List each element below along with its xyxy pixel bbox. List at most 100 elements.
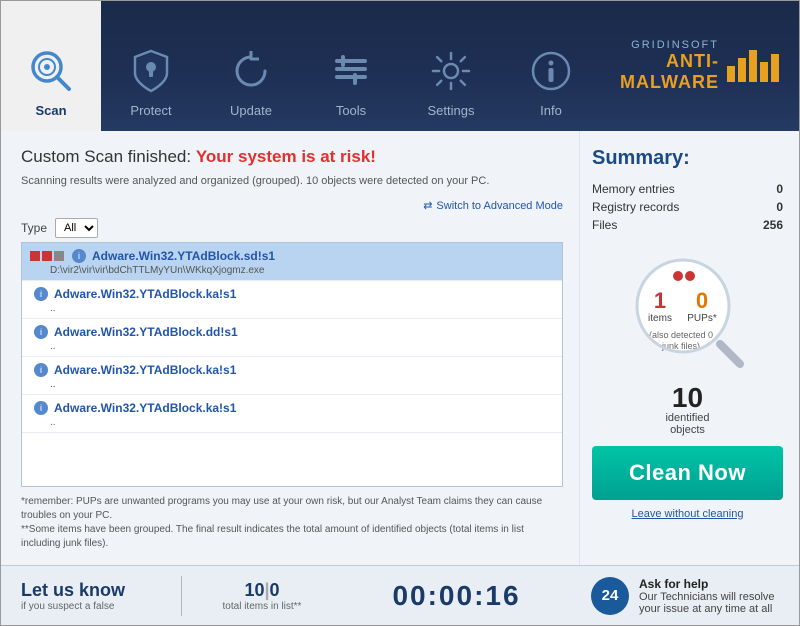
threat-name-4: Adware.Win32.YTAdBlock.ka!s1 (54, 363, 236, 377)
clean-now-button[interactable]: Clean Now (592, 446, 783, 500)
threat-path-3: .. (50, 341, 554, 352)
block-gray (54, 251, 64, 261)
threat-path-4: .. (50, 379, 554, 390)
bottom-help-section: 24 Ask for help Our Technicians will res… (591, 577, 779, 615)
result-item-3[interactable]: i Adware.Win32.YTAdBlock.dd!s1 .. (22, 319, 562, 357)
identified-label: identified objects (592, 412, 783, 436)
nav-item-protect[interactable]: Protect (101, 1, 201, 131)
result-item-5[interactable]: i Adware.Win32.YTAdBlock.ka!s1 .. (22, 395, 562, 433)
divider-1 (181, 576, 182, 616)
nav-item-update[interactable]: Update (201, 1, 301, 131)
svg-text:items: items (648, 313, 672, 324)
advanced-mode-text: Switch to Advanced Mode (436, 200, 563, 212)
magnifier-container: 1 items 0 PUPs* (also detected 0 junk fi… (592, 248, 783, 368)
registry-value: 0 (776, 200, 783, 214)
result-item-1-header: i Adware.Win32.YTAdBlock.sd!s1 (30, 249, 554, 263)
info-icon (525, 45, 577, 97)
let-us-know-sub: if you suspect a false (21, 601, 161, 612)
protect-label: Protect (130, 103, 171, 118)
advanced-mode-link[interactable]: ⇄ Switch to Advanced Mode (21, 199, 563, 212)
logo-text: GRIDINSOFT ANTI-MALWARE (601, 39, 719, 93)
scan-label: Scan (35, 103, 66, 118)
result-item-2-header: i Adware.Win32.YTAdBlock.ka!s1 (30, 287, 554, 301)
note-2: **Some items have been grouped. The fina… (21, 523, 563, 551)
scan-title: Custom Scan finished: Your system is at … (21, 147, 563, 167)
notes: *remember: PUPs are unwanted programs yo… (21, 495, 563, 551)
advanced-mode-anchor[interactable]: ⇄ Switch to Advanced Mode (21, 199, 563, 212)
scan-subtitle: Scanning results were analyzed and organ… (21, 175, 563, 187)
tools-icon (325, 45, 377, 97)
logo-bars (727, 50, 779, 82)
filter-bar: Type All (21, 218, 563, 238)
block-red2 (42, 251, 52, 261)
threat-icon-3: i (34, 325, 48, 339)
scan-title-prefix: Custom Scan finished: (21, 147, 196, 166)
result-item-5-header: i Adware.Win32.YTAdBlock.ka!s1 (30, 401, 554, 415)
nav-item-settings[interactable]: Settings (401, 1, 501, 131)
leave-without-cleaning-link[interactable]: Leave without cleaning (592, 508, 783, 520)
tools-label: Tools (336, 103, 366, 118)
filter-label: Type (21, 221, 47, 235)
magnifier-svg: 1 items 0 PUPs* (also detected 0 junk fi… (618, 248, 758, 368)
memory-label: Memory entries (592, 182, 675, 196)
info-label: Info (540, 103, 562, 118)
threat-path-5: .. (50, 417, 554, 428)
help-text-block: Ask for help Our Technicians will resolv… (639, 577, 779, 615)
count-main: 10 (244, 580, 264, 600)
settings-icon (425, 45, 477, 97)
count-secondary: 0 (270, 580, 280, 600)
bottom-bar: Let us know if you suspect a false 10|0 … (1, 565, 799, 625)
colored-blocks-1 (30, 251, 64, 261)
logo-area: GRIDINSOFT ANTI-MALWARE (601, 1, 799, 131)
let-us-know-text: Let us know (21, 580, 161, 601)
registry-label: Registry records (592, 200, 679, 214)
result-item-1[interactable]: i Adware.Win32.YTAdBlock.sd!s1 D:\vir2\v… (22, 243, 562, 281)
threat-name-5: Adware.Win32.YTAdBlock.ka!s1 (54, 401, 236, 415)
app-window: Scan Protect Update (0, 0, 800, 626)
settings-label: Settings (428, 103, 475, 118)
files-value: 256 (763, 218, 783, 232)
threat-name-3: Adware.Win32.YTAdBlock.dd!s1 (54, 325, 238, 339)
threat-name-1: Adware.Win32.YTAdBlock.sd!s1 (92, 249, 275, 263)
svg-text:(also detected 0: (also detected 0 (648, 330, 712, 340)
identified-number: 10 (592, 384, 783, 412)
nav-item-scan[interactable]: Scan (1, 1, 101, 131)
bar3 (749, 50, 757, 82)
result-item-4-header: i Adware.Win32.YTAdBlock.ka!s1 (30, 363, 554, 377)
protect-icon (125, 45, 177, 97)
help-description: Our Technicians will resolve your issue … (639, 591, 779, 615)
bar5 (771, 54, 779, 82)
threat-icon-4: i (34, 363, 48, 377)
main-content: Custom Scan finished: Your system is at … (1, 131, 799, 565)
nav-item-info[interactable]: Info (501, 1, 601, 131)
filter-select[interactable]: All (55, 218, 98, 238)
results-container[interactable]: i Adware.Win32.YTAdBlock.sd!s1 D:\vir2\v… (21, 242, 563, 487)
update-label: Update (230, 103, 272, 118)
summary-row-files: Files 256 (592, 218, 783, 232)
result-item-4[interactable]: i Adware.Win32.YTAdBlock.ka!s1 .. (22, 357, 562, 395)
advanced-mode-icon: ⇄ (423, 199, 432, 212)
identified-section: 10 identified objects (592, 384, 783, 436)
block-red (30, 251, 40, 261)
left-panel: Custom Scan finished: Your system is at … (1, 131, 579, 565)
bottom-timer: 00:00:16 (322, 580, 591, 612)
help-title: Ask for help (639, 577, 779, 591)
svg-text:0: 0 (695, 288, 707, 313)
threat-name-2: Adware.Win32.YTAdBlock.ka!s1 (54, 287, 236, 301)
right-panel: Summary: Memory entries 0 Registry recor… (579, 131, 799, 565)
scan-title-risk: Your system is at risk! (196, 147, 376, 166)
bar1 (727, 66, 735, 82)
bottom-count-display: 10|0 (244, 580, 279, 601)
bar2 (738, 58, 746, 82)
threat-icon-5: i (34, 401, 48, 415)
bottom-count-section: 10|0 total items in list** (202, 580, 322, 612)
result-item-3-header: i Adware.Win32.YTAdBlock.dd!s1 (30, 325, 554, 339)
note-1: *remember: PUPs are unwanted programs yo… (21, 495, 563, 523)
svg-text:PUPs*: PUPs* (687, 313, 717, 324)
result-item-2[interactable]: i Adware.Win32.YTAdBlock.ka!s1 .. (22, 281, 562, 319)
summary-row-memory: Memory entries 0 (592, 182, 783, 196)
nav-item-tools[interactable]: Tools (301, 1, 401, 131)
count-sub: total items in list** (223, 601, 302, 612)
logo-gridinsoft: GRIDINSOFT (601, 39, 719, 51)
threat-path-1: D:\vir2\vir\vir\bdChTTLMyYUn\WKkqXjogmz.… (50, 265, 554, 276)
